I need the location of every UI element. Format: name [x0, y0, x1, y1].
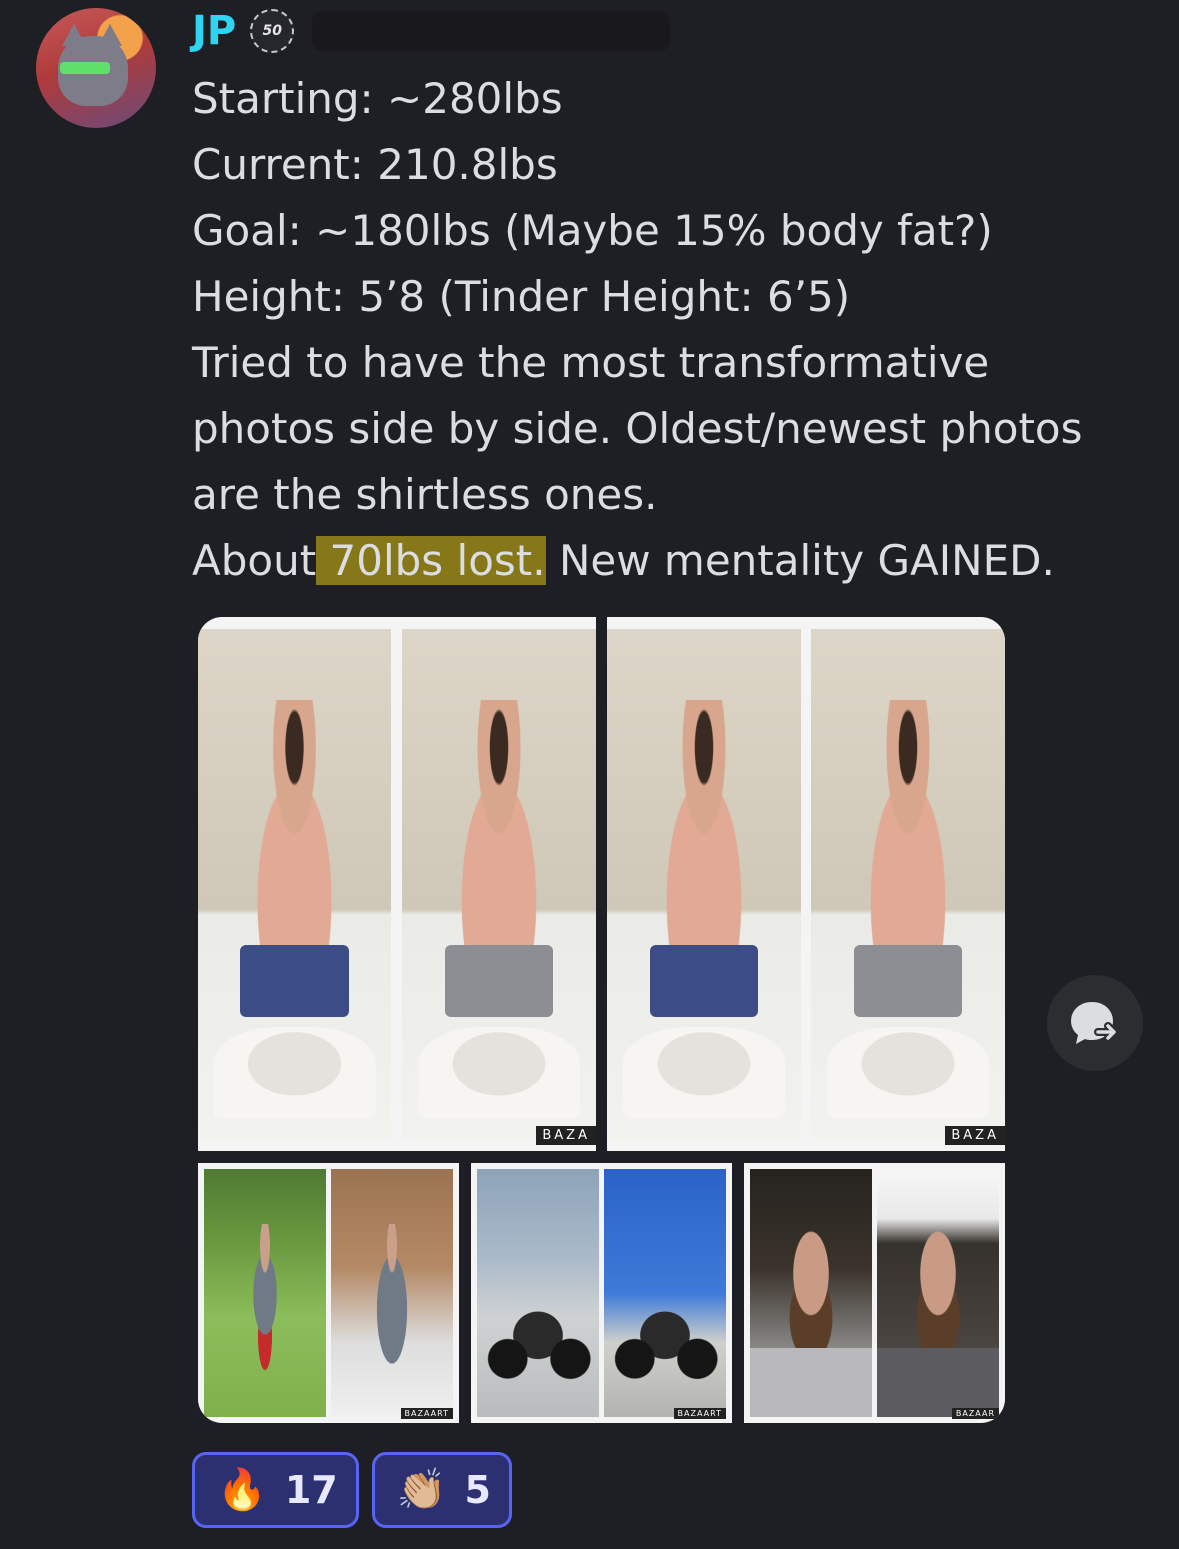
shorts [444, 945, 554, 1017]
message-line: Starting: ~280lbs [192, 74, 563, 123]
watermark: BAZAART [400, 1408, 453, 1419]
hoodie [750, 1347, 872, 1417]
watermark: BAZAART [673, 1408, 726, 1419]
shorts [240, 945, 349, 1017]
sink [213, 1026, 376, 1119]
forward-button[interactable] [1047, 975, 1143, 1071]
watermark: BAZAAR [951, 1408, 999, 1419]
attachment-image[interactable]: BAZAAR [744, 1163, 1005, 1423]
message-line: Current: 210.8lbs [192, 140, 558, 189]
message-line: About 70lbs lost. New mentality GAINED. [192, 528, 1152, 594]
sink [622, 1026, 786, 1119]
photo-selfie-after [877, 1169, 999, 1417]
reaction-bar: 🔥 17 👏🏼 5 [192, 1452, 512, 1528]
motorcycle [484, 1293, 592, 1388]
watermark: BAZA [945, 1126, 1005, 1145]
photo-after-side [811, 629, 1005, 1139]
attachment-image[interactable]: BAZAART [471, 1163, 732, 1423]
attachment-image[interactable]: BAZAART [198, 1163, 459, 1423]
message-content: Starting: ~280lbs Current: 210.8lbs Goal… [192, 66, 1152, 594]
reaction-clap[interactable]: 👏🏼 5 [371, 1452, 512, 1528]
fire-icon: 🔥 [217, 1467, 267, 1513]
photo-outdoor [204, 1169, 326, 1417]
message-line: are the shirtless ones. [192, 470, 658, 519]
message-line: Height: 5’8 (Tinder Height: 6’5) [192, 272, 851, 321]
redacted-area [312, 11, 671, 51]
attachment-image[interactable]: BAZA [198, 617, 596, 1151]
photo-motorcycle-after [604, 1169, 726, 1417]
message-line: photos side by side. Oldest/newest photo… [192, 404, 1083, 453]
sink [826, 1026, 990, 1119]
user-avatar[interactable] [36, 8, 156, 128]
photo-motorcycle-before [477, 1169, 599, 1417]
shorts [649, 945, 759, 1017]
avatar-sunglasses [60, 62, 110, 74]
message-line: Goal: ~180lbs (Maybe 15% body fat?) [192, 206, 993, 255]
motorcycle [611, 1293, 719, 1388]
photo-laundry-room [331, 1169, 453, 1417]
reaction-count: 5 [464, 1468, 491, 1512]
reaction-fire[interactable]: 🔥 17 [192, 1452, 359, 1528]
text-segment: New mentality GAINED. [545, 536, 1055, 585]
level-badge-icon[interactable]: 50 [250, 9, 295, 53]
image-attachment-grid: BAZA BAZA BAZAART BAZAART BAZAAR [198, 617, 1005, 1423]
shorts [853, 945, 963, 1017]
username[interactable]: JP [192, 8, 236, 54]
sink [417, 1026, 581, 1119]
hoodie [877, 1347, 999, 1417]
photo-before-side [607, 629, 801, 1139]
reaction-count: 17 [284, 1468, 338, 1512]
highlighted-text: 70lbs lost. [316, 536, 546, 585]
message-line: Tried to have the most transformative [192, 338, 990, 387]
watermark: BAZA [536, 1126, 596, 1145]
photo-selfie-before [750, 1169, 872, 1417]
person-figure [367, 1223, 417, 1378]
attachment-image[interactable]: BAZA [607, 617, 1005, 1151]
clapping-hands-icon: 👏🏼 [396, 1467, 447, 1513]
photo-before-front [198, 629, 391, 1139]
text-segment: About [192, 536, 317, 585]
person-figure [240, 1223, 290, 1378]
message-header: JP 50 [192, 6, 671, 56]
forward-chat-icon [1071, 1002, 1120, 1044]
photo-after-front [402, 629, 596, 1139]
